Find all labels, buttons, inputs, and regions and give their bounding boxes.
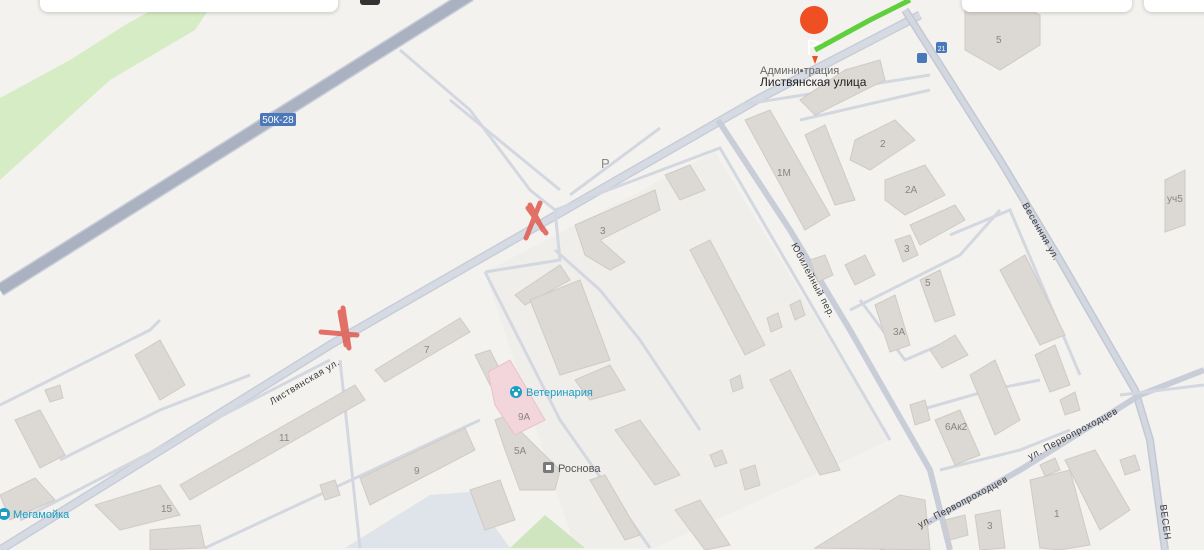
house-number: 5 — [925, 278, 931, 289]
house-number: 11 — [279, 433, 290, 444]
highway-shield: 50К-28 — [260, 113, 296, 126]
house-number: 3 — [987, 521, 993, 532]
house-number: 5 — [996, 35, 1002, 46]
house-number: 3 — [600, 226, 606, 237]
house-number: 2А — [905, 185, 918, 196]
map-view[interactable]: 50К-28 P Листвянская ул. Юбилейный пер. … — [0, 0, 1204, 550]
flag-pin-icon[interactable] — [800, 6, 829, 34]
poi-label: Роснова — [558, 463, 601, 475]
top-search-card[interactable] — [40, 0, 338, 12]
house-number: 1М — [777, 168, 791, 179]
house-number: 7 — [424, 345, 430, 356]
svg-text:50К-28: 50К-28 — [262, 115, 294, 126]
poi-label: Мегамойка — [13, 509, 70, 521]
svg-text:21: 21 — [938, 46, 946, 53]
parking-label: P — [601, 156, 610, 171]
house-number: 1 — [1054, 509, 1060, 520]
house-number: 9 — [414, 466, 420, 477]
destination-name[interactable]: Листвянская улица — [760, 75, 867, 89]
top-handle[interactable] — [360, 0, 380, 5]
poi-label: Ветеринария — [526, 387, 593, 399]
house-number: 5А — [514, 446, 527, 457]
house-number: 6Ак2 — [945, 422, 968, 433]
top-right-button[interactable] — [1144, 0, 1204, 12]
map-canvas[interactable]: 50К-28 P Листвянская ул. Юбилейный пер. … — [0, 0, 1204, 550]
top-right-card[interactable] — [962, 0, 1132, 12]
house-number: 3 — [904, 244, 910, 255]
house-number: 15 — [161, 504, 173, 515]
house-number: уч5 — [1167, 194, 1183, 205]
house-number: 2 — [880, 139, 886, 150]
house-number: 9А — [518, 412, 531, 423]
house-number: 3А — [893, 327, 906, 338]
